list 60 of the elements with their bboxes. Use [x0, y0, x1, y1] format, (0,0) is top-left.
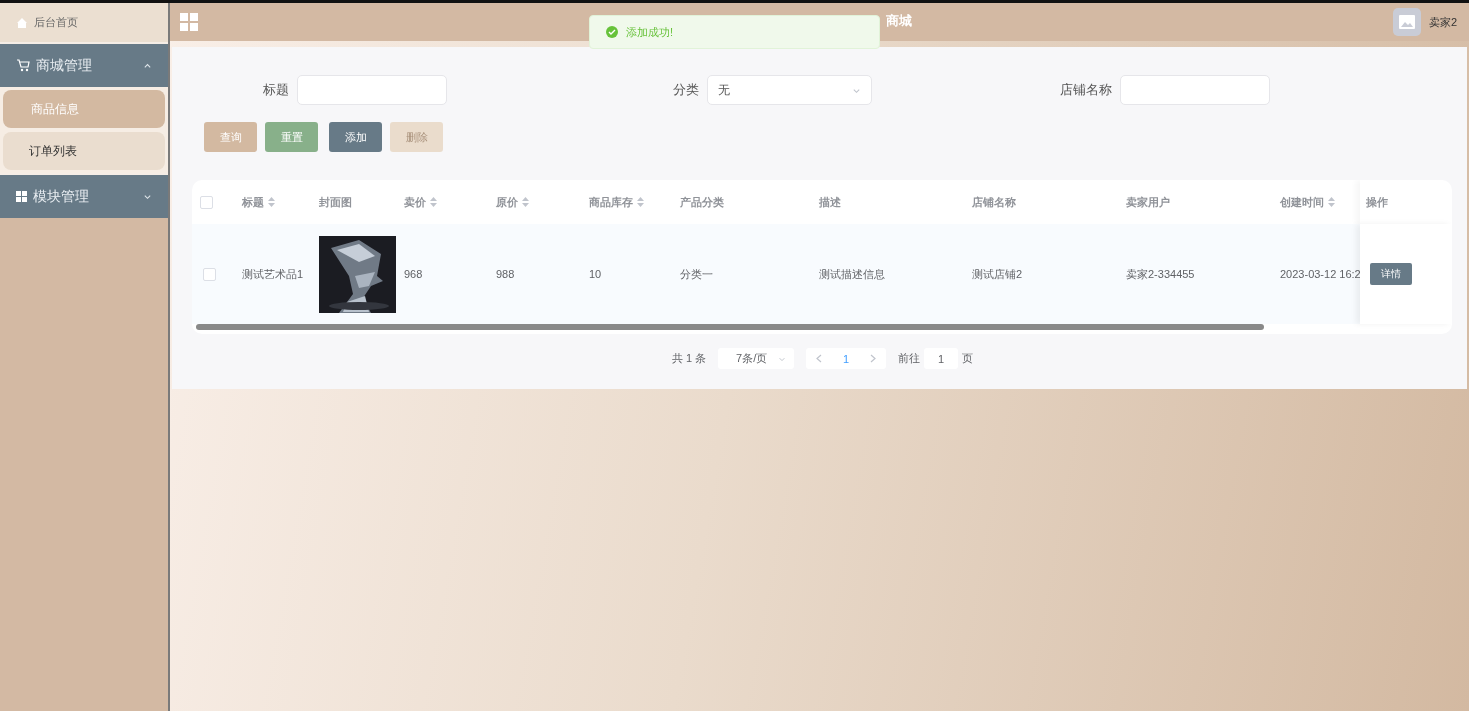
menu-group[interactable]: 模块管理 [0, 173, 168, 218]
column-header: 卖家用户 [1126, 194, 1171, 210]
table-cell: 测试店铺2 [972, 266, 1023, 282]
column-header: 描述 [819, 194, 842, 210]
table-cell: 988 [496, 268, 515, 280]
table-cell: 测试描述信息 [819, 266, 885, 282]
reset-button[interactable]: 重置 [265, 122, 318, 152]
chevron-icon [143, 192, 152, 201]
check-circle-icon [606, 26, 618, 38]
checkbox[interactable] [203, 267, 216, 281]
sort-icon[interactable] [430, 197, 437, 207]
chevron-icon [143, 61, 152, 70]
grid-icon [16, 191, 27, 202]
detail-button[interactable]: 详情 [1370, 263, 1412, 285]
avatar[interactable] [1392, 8, 1421, 36]
page-input[interactable]: 1 [924, 348, 959, 369]
add-button[interactable]: 添加 [329, 122, 382, 152]
column-header: 封面图 [319, 194, 353, 210]
grid-icon[interactable] [180, 13, 198, 31]
sort-icon[interactable] [268, 197, 275, 207]
site-title: 商城 [886, 12, 912, 30]
home-icon [16, 16, 28, 29]
chevron-left-icon[interactable] [816, 354, 823, 363]
table-cell: 968 [404, 268, 423, 280]
user-name[interactable]: 卖家2 [1428, 14, 1457, 30]
sort-icon[interactable] [1328, 197, 1335, 207]
column-header: 操作 [1360, 180, 1452, 224]
column-header[interactable]: 标题 [242, 180, 319, 224]
column-header[interactable]: 商品库存 [589, 180, 680, 224]
table-cell: 分类一 [680, 266, 713, 282]
home-menu-item[interactable]: 后台首页 [0, 3, 168, 42]
text-field[interactable] [1120, 75, 1270, 105]
column-header[interactable]: 创建时间 [1280, 180, 1360, 224]
column-header[interactable]: 原价 [496, 180, 589, 224]
checkbox[interactable] [200, 195, 213, 209]
filter-label: 标题 [263, 81, 289, 99]
table-cell: 10 [589, 268, 602, 280]
filter-label: 分类 [673, 81, 699, 99]
page-suffix: 页 [962, 351, 974, 366]
text-field[interactable] [297, 75, 447, 105]
scrollbar[interactable] [196, 324, 1264, 330]
table-cell: 2023-03-12 16:2 [1280, 268, 1361, 280]
column-header[interactable]: 卖价 [404, 180, 496, 224]
sort-icon[interactable] [637, 197, 644, 207]
goto-label: 前往 [898, 351, 921, 366]
column-header: 店铺名称 [972, 194, 1017, 210]
page-size-select[interactable]: 7条/页 [718, 348, 795, 369]
column-header: 产品分类 [680, 194, 725, 210]
sort-icon[interactable] [522, 197, 529, 207]
menu-group[interactable]: 商城管理 [0, 42, 168, 87]
image-icon [1398, 15, 1415, 29]
success-toast: 添加成功! [589, 15, 880, 49]
chevron-right-icon[interactable] [870, 354, 877, 363]
menu-item[interactable]: 订单列表 [3, 132, 165, 170]
category-select[interactable]: 无 [707, 75, 872, 105]
filter-label: 店铺名称 [1060, 81, 1112, 99]
total-count: 共 1 条 [671, 351, 707, 366]
table-cell: 测试艺术品1 [242, 266, 304, 282]
table-cell: 卖家2-334455 [1126, 266, 1195, 282]
cart-icon [16, 59, 30, 72]
